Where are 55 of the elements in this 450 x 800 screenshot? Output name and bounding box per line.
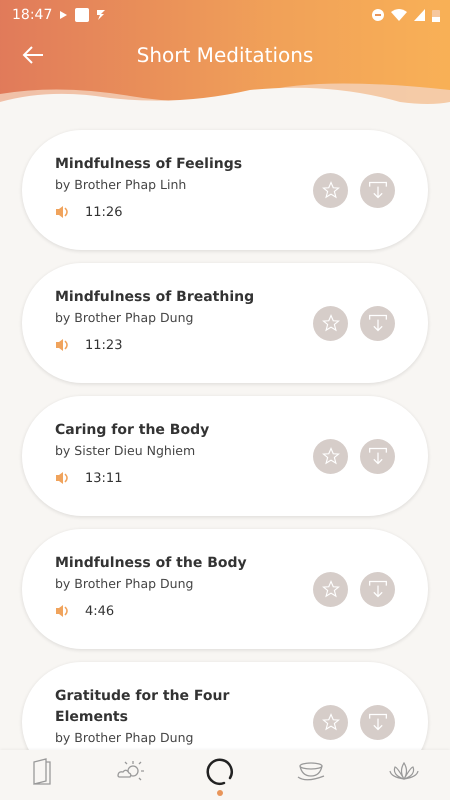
meditation-author: by Sister Dieu Nghiem — [55, 443, 196, 458]
battery-icon — [432, 8, 440, 22]
favorite-button[interactable] — [313, 704, 348, 740]
speaker-icon — [55, 470, 71, 486]
meditation-card[interactable]: Mindfulness of the Body by Brother Phap Dung 4:46 — [22, 529, 428, 649]
bowl-icon — [296, 761, 326, 783]
star-icon — [322, 447, 340, 465]
status-time: 18:47 — [12, 7, 52, 23]
favorite-button[interactable] — [313, 172, 348, 208]
back-icon[interactable] — [22, 46, 44, 64]
screen-title: Short Meditations — [136, 43, 314, 67]
meditation-author: by Brother Phap Linh — [55, 177, 186, 192]
speaker-icon — [55, 337, 71, 353]
download-button[interactable] — [360, 704, 395, 740]
speaker-icon — [55, 204, 71, 220]
star-icon — [322, 181, 340, 199]
download-icon — [368, 180, 388, 200]
favorite-button[interactable] — [313, 572, 348, 606]
meditation-card[interactable]: Mindfulness of Breathing by Brother Phap Dung 11:23 — [22, 263, 428, 383]
download-icon — [368, 313, 388, 333]
download-button[interactable] — [360, 306, 395, 340]
bolt-icon — [96, 9, 106, 21]
meditation-title: Gratitude for the Four Elements — [55, 687, 230, 727]
wifi-icon — [391, 9, 407, 21]
download-icon — [368, 446, 388, 466]
meditation-title: Mindfulness of the Body — [55, 554, 248, 573]
meditation-card[interactable]: Caring for the Body by Sister Dieu Nghiem 13:11 — [22, 396, 428, 516]
do-not-disturb-icon — [372, 9, 384, 21]
signal-icon — [414, 9, 425, 21]
meditation-card[interactable]: Mindfulness of Feelings by Brother Phap Linh 11:26 — [22, 130, 428, 250]
meditation-title: Caring for the Body — [55, 421, 210, 440]
download-button[interactable] — [360, 172, 395, 208]
download-icon — [368, 712, 388, 732]
meditation-author: by Brother Phap Dung — [55, 576, 194, 591]
book-icon — [31, 758, 54, 786]
meditation-duration: 11:26 — [85, 204, 122, 220]
meditation-duration: 13:11 — [85, 470, 122, 486]
speaker-icon — [55, 603, 71, 619]
play-icon — [59, 10, 68, 20]
meditation-title: Mindfulness of Breathing — [55, 288, 256, 307]
meditation-author: by Brother Phap Dung — [55, 730, 194, 745]
meditation-card[interactable]: Gratitude for the Four Elements by Brother Phap Dung — [22, 662, 428, 750]
star-icon — [322, 713, 340, 731]
meditation-duration: 4:46 — [85, 604, 114, 618]
square-icon — [75, 8, 90, 22]
favorite-button[interactable] — [313, 438, 348, 474]
star-icon — [322, 580, 340, 598]
download-button[interactable] — [360, 572, 395, 606]
meditation-duration: 11:23 — [85, 338, 122, 352]
download-button[interactable] — [360, 438, 395, 474]
meditation-author: by Brother Phap Dung — [55, 310, 194, 325]
star-icon — [322, 314, 340, 332]
download-icon — [368, 579, 388, 599]
meditation-title: Mindfulness of Feelings — [55, 155, 244, 174]
favorite-button[interactable] — [313, 306, 348, 340]
